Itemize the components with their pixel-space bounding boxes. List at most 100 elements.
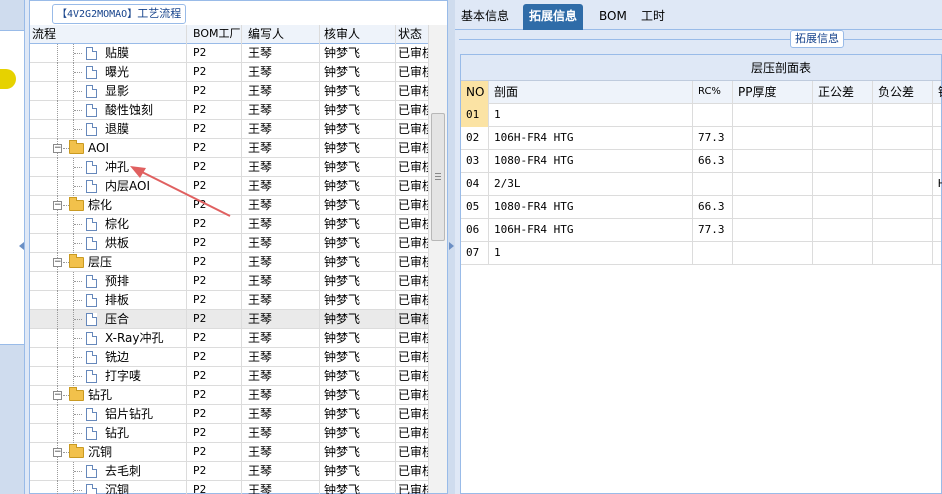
column-header-reviewer[interactable]: 核审人 (320, 25, 396, 44)
positive-tolerance-cell[interactable] (813, 173, 873, 196)
tree-folder-row[interactable]: − AOI P2王琴钟梦飞已审核 (30, 139, 428, 158)
column-header-negative-tolerance[interactable]: 负公差 (873, 81, 933, 104)
tab-bom[interactable]: BOM (593, 4, 633, 30)
plating-cell[interactable] (933, 196, 942, 219)
positive-tolerance-cell[interactable] (813, 150, 873, 173)
tree-row[interactable]: 压合 P2王琴钟梦飞已审核 (30, 310, 428, 329)
negative-tolerance-cell[interactable] (873, 219, 933, 242)
column-header-positive-tolerance[interactable]: 正公差 (813, 81, 873, 104)
scrollbar-thumb[interactable] (431, 113, 445, 241)
pp-thickness-cell[interactable] (733, 104, 813, 127)
row-number-cell[interactable]: 05 (461, 196, 489, 219)
plating-cell[interactable] (933, 219, 942, 242)
plating-cell[interactable] (933, 150, 942, 173)
plating-cell[interactable] (933, 242, 942, 265)
row-number-cell[interactable]: 07 (461, 242, 489, 265)
row-number-cell[interactable]: 06 (461, 219, 489, 242)
column-header-profile[interactable]: 剖面 (489, 81, 693, 104)
tree-row[interactable]: 显影 P2王琴钟梦飞已审核 (30, 82, 428, 101)
column-header-rc[interactable]: RC% (693, 81, 733, 104)
tree-row[interactable]: 烘板 P2王琴钟梦飞已审核 (30, 234, 428, 253)
tree-folder-row[interactable]: − 沉铜 P2王琴钟梦飞已审核 (30, 443, 428, 462)
tree-row[interactable]: 退膜 P2王琴钟梦飞已审核 (30, 120, 428, 139)
tree-row[interactable]: 酸性蚀刻 P2王琴钟梦飞已审核 (30, 101, 428, 120)
tree-folder-row[interactable]: − 层压 P2王琴钟梦飞已审核 (30, 253, 428, 272)
positive-tolerance-cell[interactable] (813, 196, 873, 219)
tab-work-hours[interactable]: 工时 (635, 4, 671, 30)
tree-folder-row[interactable]: − 钻孔 P2王琴钟梦飞已审核 (30, 386, 428, 405)
rc-percent-cell[interactable]: 77.3 (693, 219, 733, 242)
column-header-pp-thickness[interactable]: PP厚度 (733, 81, 813, 104)
pp-thickness-cell[interactable] (733, 127, 813, 150)
negative-tolerance-cell[interactable] (873, 127, 933, 150)
collapse-right-icon[interactable] (449, 242, 454, 250)
lamination-row[interactable]: 02 106H-FR4 HTG 77.3 (461, 127, 941, 150)
lamination-row[interactable]: 06 106H-FR4 HTG 77.3 (461, 219, 941, 242)
tree-row[interactable]: 预排 P2王琴钟梦飞已审核 (30, 272, 428, 291)
plating-cell[interactable] (933, 127, 942, 150)
rc-percent-cell[interactable] (693, 104, 733, 127)
plating-cell[interactable]: H (933, 173, 942, 196)
row-number-cell[interactable]: 04 (461, 173, 489, 196)
tree-row[interactable]: 沉铜 P2王琴钟梦飞已审核 (30, 481, 428, 494)
lamination-row[interactable]: 05 1080-FR4 HTG 66.3 (461, 196, 941, 219)
tree-row[interactable]: 去毛刺 P2王琴钟梦飞已审核 (30, 462, 428, 481)
negative-tolerance-cell[interactable] (873, 150, 933, 173)
rc-percent-cell[interactable] (693, 173, 733, 196)
collapse-left-icon[interactable] (19, 242, 24, 250)
row-number-cell[interactable]: 03 (461, 150, 489, 173)
column-header-bom-factory[interactable]: BOM工厂 (187, 25, 242, 44)
tab-basic-info[interactable]: 基本信息 (455, 4, 515, 30)
pp-thickness-cell[interactable] (733, 242, 813, 265)
column-header-status[interactable]: 状态 (396, 25, 428, 44)
lamination-row[interactable]: 07 1 (461, 242, 941, 265)
tree-row[interactable]: 内层AOI P2王琴钟梦飞已审核 (30, 177, 428, 196)
positive-tolerance-cell[interactable] (813, 242, 873, 265)
pp-thickness-cell[interactable] (733, 173, 813, 196)
column-header-plating[interactable]: 镀 (933, 81, 942, 104)
column-header-flow[interactable]: 流程 (30, 25, 187, 44)
negative-tolerance-cell[interactable] (873, 196, 933, 219)
tree-row[interactable]: 铣边 P2王琴钟梦飞已审核 (30, 348, 428, 367)
profile-cell[interactable]: 1 (489, 104, 693, 127)
row-number-cell[interactable]: 02 (461, 127, 489, 150)
tree-row[interactable]: 贴膜 P2王琴钟梦飞已审核 (30, 44, 428, 63)
tree-row[interactable]: 钻孔 P2王琴钟梦飞已审核 (30, 424, 428, 443)
lamination-row[interactable]: 03 1080-FR4 HTG 66.3 (461, 150, 941, 173)
profile-cell[interactable]: 1080-FR4 HTG (489, 150, 693, 173)
positive-tolerance-cell[interactable] (813, 127, 873, 150)
collapse-toggle-icon[interactable]: − (53, 258, 62, 267)
collapse-toggle-icon[interactable]: − (53, 201, 62, 210)
negative-tolerance-cell[interactable] (873, 242, 933, 265)
tree-row[interactable]: 打字唛 P2王琴钟梦飞已审核 (30, 367, 428, 386)
rc-percent-cell[interactable]: 66.3 (693, 150, 733, 173)
collapse-toggle-icon[interactable]: − (53, 144, 62, 153)
profile-cell[interactable]: 1080-FR4 HTG (489, 196, 693, 219)
profile-cell[interactable]: 106H-FR4 HTG (489, 219, 693, 242)
lamination-row[interactable]: 04 2/3L H (461, 173, 942, 196)
tree-row[interactable]: 曝光 P2王琴钟梦飞已审核 (30, 63, 428, 82)
negative-tolerance-cell[interactable] (873, 173, 933, 196)
positive-tolerance-cell[interactable] (813, 104, 873, 127)
column-header-no[interactable]: NO (461, 81, 489, 104)
panel-splitter[interactable] (448, 0, 455, 494)
rc-percent-cell[interactable]: 66.3 (693, 196, 733, 219)
tab-extended-info[interactable]: 拓展信息 (523, 4, 584, 30)
tree-row[interactable]: 冲孔 P2王琴钟梦飞已审核 (30, 158, 428, 177)
rc-percent-cell[interactable] (693, 242, 733, 265)
pp-thickness-cell[interactable] (733, 196, 813, 219)
column-header-writer[interactable]: 编写人 (242, 25, 320, 44)
lamination-row[interactable]: 01 1 (461, 104, 941, 127)
vertical-scrollbar[interactable] (428, 25, 447, 493)
pp-thickness-cell[interactable] (733, 150, 813, 173)
row-number-cell[interactable]: 01 (461, 104, 489, 127)
positive-tolerance-cell[interactable] (813, 219, 873, 242)
plating-cell[interactable] (933, 104, 942, 127)
tree-row[interactable]: 棕化 P2王琴钟梦飞已审核 (30, 215, 428, 234)
tree-folder-row[interactable]: − 棕化 P2王琴钟梦飞已审核 (30, 196, 428, 215)
negative-tolerance-cell[interactable] (873, 104, 933, 127)
tree-row[interactable]: 排板 P2王琴钟梦飞已审核 (30, 291, 428, 310)
profile-cell[interactable]: 2/3L (489, 173, 693, 196)
rc-percent-cell[interactable]: 77.3 (693, 127, 733, 150)
profile-cell[interactable]: 106H-FR4 HTG (489, 127, 693, 150)
